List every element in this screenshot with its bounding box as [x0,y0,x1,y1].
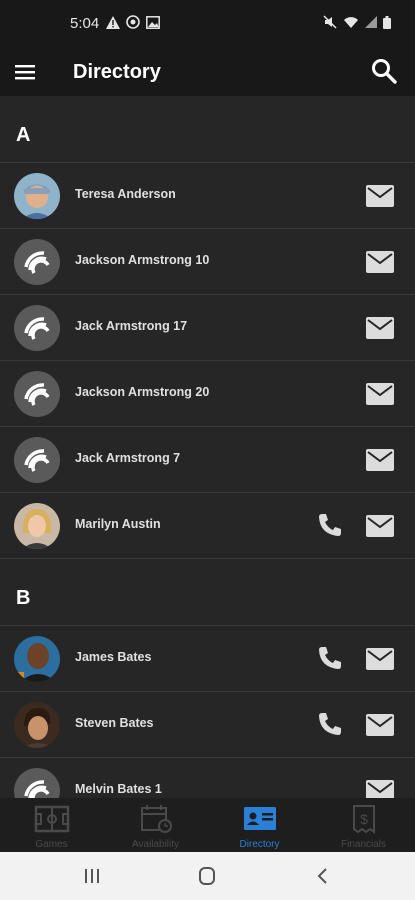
directory-list[interactable]: A Teresa Anderson Jackson Armstrong 10 J… [0,96,415,798]
avatar [14,768,60,798]
phone-icon[interactable] [317,645,343,671]
mail-icon[interactable] [366,383,394,405]
wifi-logo-icon [24,780,50,798]
avatar [14,305,60,351]
page-title: Directory [73,61,161,83]
avatar [14,636,60,682]
avatar [14,173,60,219]
contact-name: Marilyn Austin [75,517,161,531]
bottom-nav: Games Availability Directory $ Financial… [0,798,415,852]
wifi-logo-icon [24,449,50,472]
receipt-dollar-icon: $ [352,805,375,834]
wifi-logo-icon [24,383,50,406]
section-header-b: B [0,558,415,625]
field-icon [34,805,69,833]
app-bar: Directory [0,48,415,96]
contact-row[interactable]: Marilyn Austin [0,492,415,558]
section-letter: A [16,124,31,146]
mail-icon[interactable] [366,185,394,207]
contact-name: Jackson Armstrong 20 [75,385,210,399]
mail-icon[interactable] [366,317,394,339]
nav-label: Availability [131,839,180,850]
contact-row[interactable]: Jackson Armstrong 10 [0,228,415,294]
warning-icon [106,15,120,29]
contact-row[interactable]: Teresa Anderson [0,162,415,228]
signal-icon [365,16,377,28]
contact-row[interactable]: James Bates [0,625,415,691]
contact-name: Steven Bates [75,716,154,730]
wifi-logo-icon [24,251,50,274]
system-nav-bar [0,852,415,900]
nav-label: Directory [239,839,280,850]
mail-icon[interactable] [366,780,394,798]
mail-icon[interactable] [366,251,394,273]
section-letter: B [16,587,31,609]
home-icon[interactable] [195,866,219,886]
wifi-icon [344,16,358,28]
recent-apps-icon[interactable] [80,866,104,886]
mute-icon [323,15,337,29]
phone-icon[interactable] [317,711,343,737]
contact-row[interactable]: Jackson Armstrong 20 [0,360,415,426]
nav-tab-financials[interactable]: $ Financials [312,798,415,852]
search-icon[interactable] [370,57,398,85]
avatar [14,437,60,483]
status-time: 5:04 [70,15,100,32]
svg-text:$: $ [360,811,368,827]
nav-tab-availability[interactable]: Availability [104,798,207,852]
status-bar: 5:04 [0,0,415,48]
contact-name: James Bates [75,650,152,664]
mail-icon[interactable] [366,449,394,471]
contact-row[interactable]: Jack Armstrong 17 [0,294,415,360]
nav-label: Games [35,839,68,850]
contact-row[interactable]: Steven Bates [0,691,415,757]
sync-icon [126,15,140,29]
nav-tab-directory[interactable]: Directory [208,798,311,852]
contact-row[interactable]: Melvin Bates 1 [0,757,415,798]
mail-icon[interactable] [366,714,394,736]
avatar [14,371,60,417]
wifi-logo-icon [24,317,50,340]
contact-card-icon [243,807,276,830]
status-system-icons [323,15,391,29]
image-icon [146,15,160,29]
nav-label: Financials [340,839,387,850]
contact-name: Teresa Anderson [75,187,176,201]
avatar [14,239,60,285]
avatar [14,503,60,549]
contact-name: Jack Armstrong 7 [75,451,181,465]
mail-icon[interactable] [366,515,394,537]
status-notification-icons [106,15,160,29]
battery-icon [383,15,391,29]
calendar-clock-icon [140,805,172,833]
nav-tab-games[interactable]: Games [0,798,103,852]
section-header-a: A [0,96,415,162]
back-icon[interactable] [311,866,335,886]
contact-name: Melvin Bates 1 [75,782,162,796]
hamburger-menu-icon[interactable] [13,60,37,84]
contact-name: Jack Armstrong 17 [75,319,188,333]
contact-row[interactable]: Jack Armstrong 7 [0,426,415,492]
phone-icon[interactable] [317,512,343,538]
mail-icon[interactable] [366,648,394,670]
avatar [14,702,60,748]
contact-name: Jackson Armstrong 10 [75,253,210,267]
